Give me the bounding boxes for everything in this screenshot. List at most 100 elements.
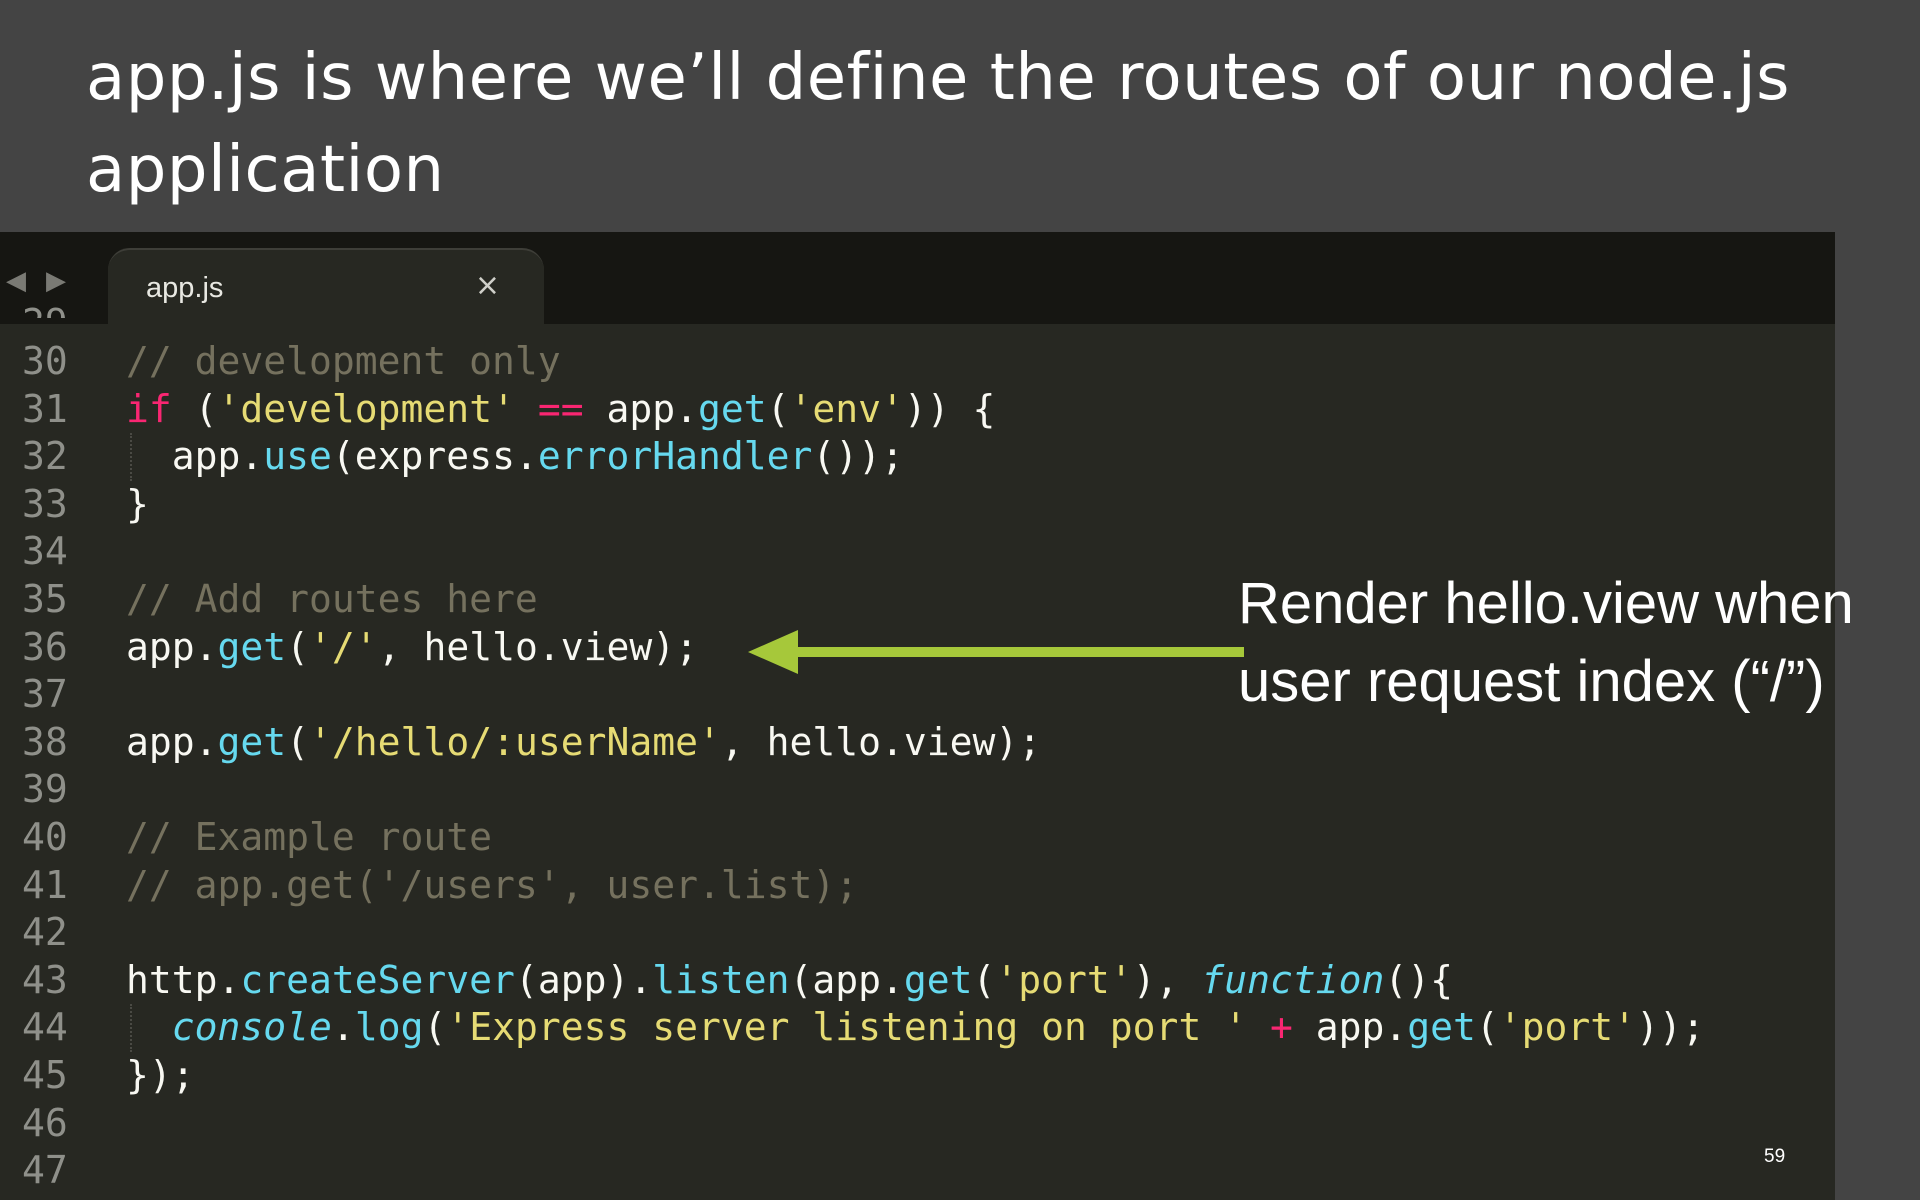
code-token: 'env' <box>789 386 904 431</box>
code-token: log <box>354 1005 424 1050</box>
line-number: 37 <box>22 672 68 717</box>
code-token: }); <box>126 1052 195 1097</box>
code-token: ( <box>171 386 218 431</box>
code-line: 45}); <box>0 1052 1835 1100</box>
code-token: '/hello/:userName' <box>309 719 721 764</box>
line-number: 35 <box>22 576 68 621</box>
code-token: 'port' <box>1498 1005 1637 1050</box>
code-token: app. <box>126 434 264 479</box>
tab-label: app.js <box>146 272 224 304</box>
code-token: ( <box>1475 1005 1499 1050</box>
code-token: == <box>537 386 584 431</box>
code-line: 41 // app.get('/users', user.list); <box>0 862 1835 910</box>
code-token: ( <box>766 386 790 431</box>
line-number: 42 <box>22 910 68 955</box>
line-number: 39 <box>22 767 68 812</box>
partial-line-number: 29 <box>22 304 68 318</box>
code-token: get <box>217 719 287 764</box>
annotation-line-1: Render hello.view when <box>1238 571 1854 636</box>
code-text: } <box>126 481 149 529</box>
code-token: } <box>126 481 149 526</box>
line-number: 30 <box>22 339 68 383</box>
code-token: 'development' <box>217 386 515 431</box>
code-text: if ('development' == app.get('env')) { <box>126 386 995 434</box>
code-line: 42 <box>0 909 1835 957</box>
code-text: app.get('/hello/:userName', hello.view); <box>126 719 1041 767</box>
line-number: 34 <box>22 529 68 574</box>
annotation-line-2: user request index (“/”) <box>1238 649 1825 714</box>
line-number: 47 <box>22 1148 68 1193</box>
nav-back-icon[interactable]: ◀ <box>6 268 26 294</box>
tab-bar: ◀ ▶ app.js × <box>0 232 1835 326</box>
page-number: 59 <box>1764 1146 1786 1167</box>
code-token: '/' <box>309 624 378 669</box>
code-token: )); <box>1636 1005 1705 1050</box>
line-number: 40 <box>22 814 68 859</box>
line-number: 44 <box>22 1005 68 1050</box>
code-token: use <box>263 434 332 479</box>
code-line: 39 <box>0 766 1835 814</box>
code-token: http. <box>126 957 241 1002</box>
code-line: 30 // development only <box>0 338 1835 386</box>
code-text: http.createServer(app).listen(app.get('p… <box>126 957 1453 1005</box>
code-token: function <box>1201 957 1385 1002</box>
code-line: 40 // Example route <box>0 814 1835 862</box>
code-token: , hello.view); <box>377 624 698 669</box>
arrow-left-icon <box>748 630 1244 674</box>
code-text: // development only <box>126 338 561 386</box>
code-text: app.use(express.errorHandler()); <box>126 433 904 481</box>
line-number: 33 <box>22 481 68 526</box>
code-token: get <box>903 957 973 1002</box>
code-area[interactable]: 29 30// development only31if ('developme… <box>0 304 1835 1195</box>
code-text: console.log ( 'Express server listening on… <box>126 1004 1705 1052</box>
code-token: errorHandler <box>537 434 813 479</box>
code-text: app.get('/', hello.view); <box>126 624 698 672</box>
code-text: // app.get('/users', user.list); <box>126 862 858 910</box>
code-token: ( <box>972 957 996 1002</box>
slide-title: app.js is where we’ll define the routes … <box>86 41 1790 207</box>
code-token: 'Express server listening on port ' <box>446 1005 1248 1050</box>
code-token: (){ <box>1384 957 1454 1002</box>
tab-app-js[interactable]: app.js × <box>108 248 544 326</box>
code-token: if <box>126 386 172 431</box>
code-token: // app.get('/users', user.list); <box>126 862 859 907</box>
code-line: 32 app.use(express.errorHandler()); <box>0 433 1835 481</box>
code-line: 38 app.get('/hello/:userName', hello.view… <box>0 719 1835 767</box>
code-line: 31 if ('development' == app.get('env')) { <box>0 386 1835 434</box>
code-token: // Add routes here <box>126 576 538 621</box>
line-number: 46 <box>22 1100 68 1145</box>
code-token: (app. <box>789 957 904 1002</box>
code-token: ()); <box>812 434 904 479</box>
code-line: 43 http.createServer(app).listen(app.get(… <box>0 957 1835 1005</box>
code-line: 44 console.log ( 'Express server listening… <box>0 1004 1835 1052</box>
close-icon[interactable]: × <box>475 268 500 303</box>
code-token: get <box>217 624 287 669</box>
line-number: 41 <box>22 862 68 907</box>
line-number: 31 <box>22 386 68 431</box>
line-number: 45 <box>22 1052 68 1097</box>
code-token: + <box>1269 1005 1293 1050</box>
code-token: ( <box>286 624 310 669</box>
code-line: 46 <box>0 1100 1835 1148</box>
code-text: // Add routes here <box>126 576 538 624</box>
code-token: . <box>331 1005 355 1050</box>
nav-forward-icon[interactable]: ▶ <box>46 268 66 294</box>
indent-guide <box>130 433 132 481</box>
code-token: createServer <box>240 957 515 1002</box>
annotation-callout: Render hello.view when user request inde… <box>1238 565 1854 721</box>
code-token: (express. <box>331 434 538 479</box>
code-token: // development only <box>126 339 561 383</box>
line-number: 43 <box>22 957 68 1002</box>
code-token: // Example route <box>126 814 493 859</box>
code-text: // Example route <box>126 814 492 862</box>
code-token: get <box>698 386 767 431</box>
code-token: (app). <box>514 957 653 1002</box>
code-token: )) { <box>903 386 996 431</box>
code-token: app. <box>126 624 218 669</box>
code-line: 47 <box>0 1147 1835 1195</box>
code-token: console <box>171 1005 332 1050</box>
code-token: get <box>1407 1005 1476 1050</box>
